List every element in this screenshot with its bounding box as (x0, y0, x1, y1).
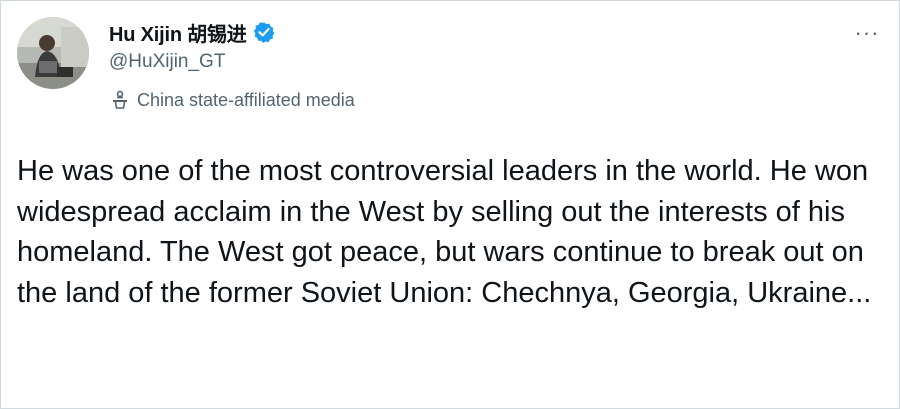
avatar[interactable] (17, 17, 89, 89)
author-name[interactable]: Hu Xijin 胡锡进 (109, 18, 247, 47)
affiliation-text: China state-affiliated media (137, 89, 355, 110)
tweet-card[interactable]: Hu Xijin 胡锡进 @HuXijin_GT China state-aff… (0, 0, 900, 409)
avatar-photo (17, 17, 89, 89)
more-options-button[interactable]: ··· (849, 19, 885, 47)
author-handle[interactable]: @HuXijin_GT (109, 51, 225, 73)
author-name-row: Hu Xijin 胡锡进 (109, 17, 275, 47)
verified-badge-icon (253, 21, 275, 43)
state-affiliation-label[interactable]: China state-affiliated media (109, 89, 355, 111)
tweet-text: He was one of the most controversial lea… (17, 155, 872, 309)
podium-icon (109, 89, 131, 111)
more-dots-icon: ··· (854, 20, 880, 45)
